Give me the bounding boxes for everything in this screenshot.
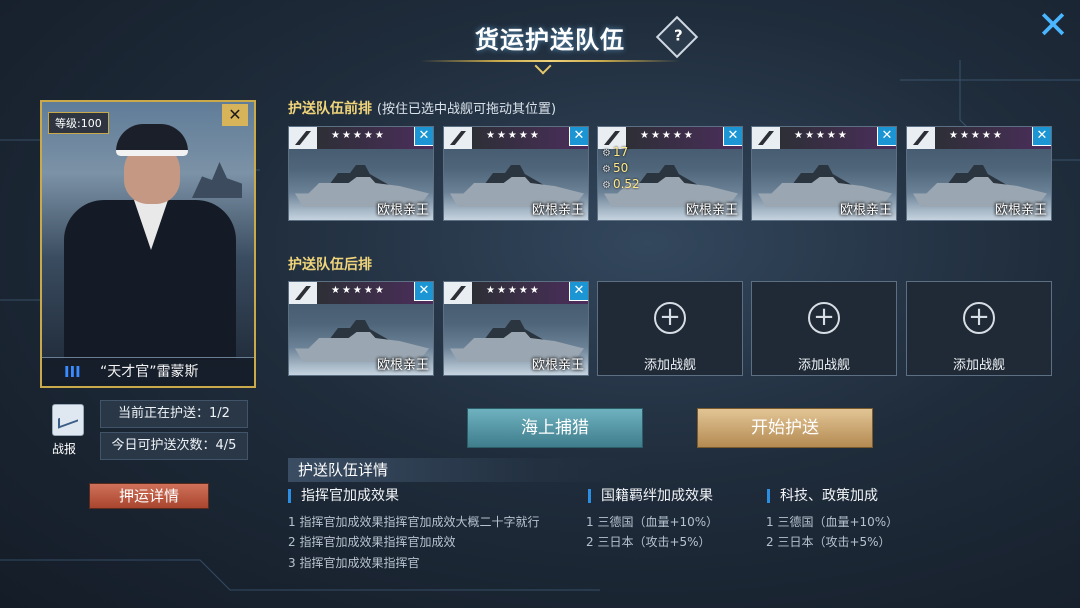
remove-ship-button[interactable]: ✕	[569, 282, 588, 301]
ship-name: 欧根亲王	[994, 203, 1047, 218]
back-ship-slot-1[interactable]: ★★★★★ ✕ 欧根亲王	[288, 281, 434, 376]
front-row-note: (按住已选中战舰可拖动其位置)	[376, 102, 557, 117]
nation-bonus-line: 1 三德国（血量+10%）	[586, 515, 719, 529]
tech-policy-line: 1 三德国（血量+10%）	[766, 515, 899, 529]
commander-nameplate: III “天才官”雷蒙斯	[42, 357, 254, 386]
front-row-heading: 护送队伍前排 (按住已选中战舰可拖动其位置)	[288, 98, 556, 118]
remove-commander-button[interactable]: ✕	[222, 104, 248, 126]
commander-name: “天才官”雷蒙斯	[100, 364, 199, 380]
ship-name: 欧根亲王	[376, 358, 429, 373]
close-button[interactable]: ✕	[1036, 6, 1070, 44]
remove-ship-button[interactable]: ✕	[414, 282, 433, 301]
front-ship-slot-1[interactable]: ★★★★★ ✕ 欧根亲王	[288, 126, 434, 221]
ship-name: 欧根亲王	[531, 203, 584, 218]
remove-ship-button[interactable]: ✕	[877, 127, 896, 146]
star-rating: ★★★★★	[640, 130, 695, 141]
plus-icon: +	[654, 302, 686, 334]
star-rating: ★★★★★	[949, 130, 1004, 141]
ship-stat-3: 0.52	[602, 177, 640, 191]
plus-icon: +	[808, 302, 840, 334]
add-ship-label: 添加战舰	[797, 358, 850, 373]
tech-policy-heading: 科技、政策加成	[767, 489, 878, 503]
nation-bonus-line: 2 三日本（攻击+5%）	[586, 535, 711, 549]
star-rating: ★★★★★	[794, 130, 849, 141]
ship-name: 欧根亲王	[376, 203, 429, 218]
page-title: 货运护送队伍	[475, 26, 625, 54]
ship-name: 欧根亲王	[531, 358, 584, 373]
remaining-escorts: 今日可护送次数：4/5	[100, 432, 248, 460]
nation-bonus-heading: 国籍羁绊加成效果	[588, 489, 713, 503]
escorting-count: 当前正在护送：1/2	[100, 400, 248, 428]
commander-rank: III	[64, 363, 81, 381]
chart-icon	[52, 404, 84, 436]
escort-details-title: 护送队伍详情	[288, 458, 648, 482]
battle-report-button[interactable]: 战报	[52, 404, 84, 456]
title-bar: 货运护送队伍	[400, 10, 700, 75]
add-ship-slot-2[interactable]: + 添加战舰	[751, 281, 897, 376]
star-rating: ★★★★★	[486, 285, 541, 296]
front-ship-slot-3[interactable]: ★★★★★ 17 50 0.52 ✕ 欧根亲王	[597, 126, 743, 221]
add-ship-label: 添加战舰	[952, 358, 1005, 373]
warship-background-image	[192, 162, 242, 198]
plus-icon: +	[963, 302, 995, 334]
sea-hunt-button[interactable]: 海上捕猎	[467, 408, 643, 448]
ship-stat-2: 50	[602, 161, 628, 175]
star-rating: ★★★★★	[331, 285, 386, 296]
start-escort-button[interactable]: 开始护送	[697, 408, 873, 448]
help-icon: ?	[674, 26, 683, 45]
remove-ship-button[interactable]: ✕	[569, 127, 588, 146]
remove-ship-button[interactable]: ✕	[1032, 127, 1051, 146]
tech-policy-line: 2 三日本（攻击+5%）	[766, 535, 891, 549]
commander-bonus-line: 2 指挥官加成效果指挥官加成效	[288, 535, 456, 549]
title-underline	[420, 60, 680, 62]
add-ship-slot-3[interactable]: + 添加战舰	[906, 281, 1052, 376]
back-ship-slot-2[interactable]: ★★★★★ ✕ 欧根亲王	[443, 281, 589, 376]
commander-level-badge: 等级:100	[48, 112, 109, 134]
remove-ship-button[interactable]: ✕	[723, 127, 742, 146]
commander-bonus-line: 1 指挥官加成效果指挥官加成效大概二十字就行	[288, 515, 540, 529]
commander-portrait-cap	[116, 124, 188, 156]
add-ship-label: 添加战舰	[643, 358, 696, 373]
back-row-title: 护送队伍后排	[288, 257, 372, 273]
star-rating: ★★★★★	[331, 130, 386, 141]
battle-report-label: 战报	[52, 442, 77, 456]
escort-details-button[interactable]: 押运详情	[89, 483, 209, 509]
ship-name: 欧根亲王	[685, 203, 738, 218]
ship-stat-1: 17	[602, 145, 628, 159]
front-ship-slot-4[interactable]: ★★★★★ ✕ 欧根亲王	[751, 126, 897, 221]
commander-bonus-heading: 指挥官加成效果	[288, 489, 399, 503]
commander-bonus-line: 3 指挥官加成效果指挥官	[288, 556, 420, 570]
remove-ship-button[interactable]: ✕	[414, 127, 433, 146]
front-row-title: 护送队伍前排	[288, 101, 372, 117]
ship-name: 欧根亲王	[839, 203, 892, 218]
front-ship-slot-5[interactable]: ★★★★★ ✕ 欧根亲王	[906, 126, 1052, 221]
front-ship-slot-2[interactable]: ★★★★★ ✕ 欧根亲王	[443, 126, 589, 221]
commander-card[interactable]: 等级:100 ✕ III “天才官”雷蒙斯	[40, 100, 256, 388]
add-ship-slot-1[interactable]: + 添加战舰	[597, 281, 743, 376]
ship-stats: 17 50 0.52	[602, 145, 640, 193]
star-rating: ★★★★★	[486, 130, 541, 141]
